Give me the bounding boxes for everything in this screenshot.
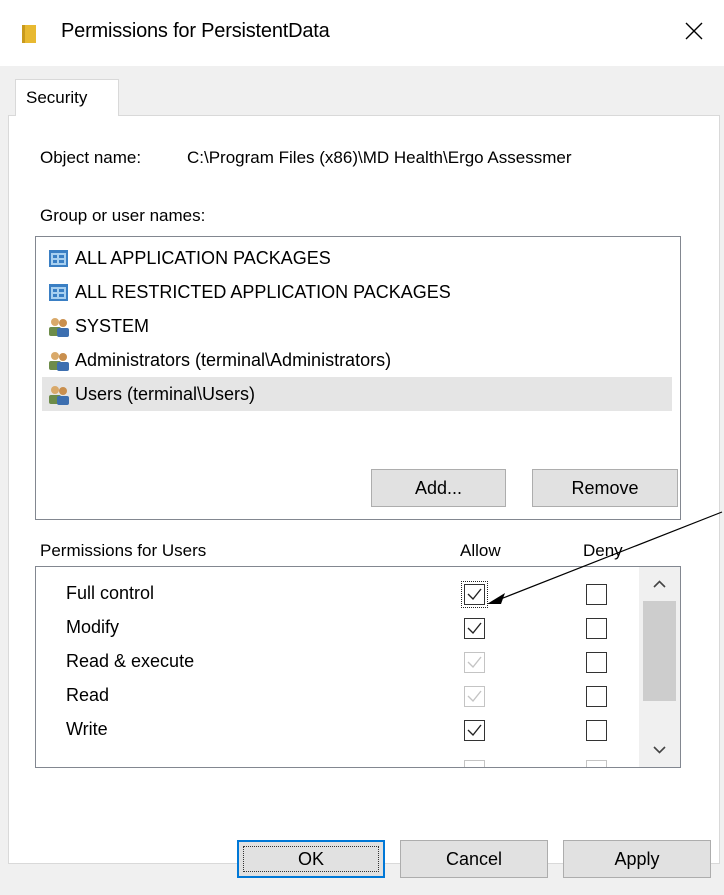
dialog-body: Security Object name: C:\Program Files (…	[0, 66, 724, 895]
permission-row-full-control: Full control	[36, 577, 636, 611]
close-icon	[685, 22, 703, 40]
group-item-label: SYSTEM	[75, 316, 150, 336]
allow-checkbox-read[interactable]	[464, 686, 485, 707]
tab-security-label: Security	[26, 88, 88, 107]
permission-name: Read & execute	[66, 651, 195, 671]
permission-name: Full control	[66, 583, 155, 603]
deny-checkbox-read[interactable]	[586, 686, 607, 707]
folder-icon	[22, 25, 36, 43]
group-item-system[interactable]: SYSTEM	[42, 309, 672, 343]
users-group-icon	[49, 352, 69, 371]
users-group-icon	[49, 318, 69, 337]
deny-checkbox-modify[interactable]	[586, 618, 607, 639]
permissions-list[interactable]: Full control Modify Read & execute Read	[35, 566, 681, 768]
checkmark-icon	[467, 656, 482, 669]
chevron-up-icon	[653, 580, 666, 588]
scroll-down-button[interactable]	[639, 733, 680, 767]
permissions-scrollbar[interactable]	[639, 567, 680, 767]
deny-checkbox-partial[interactable]	[586, 760, 607, 767]
scroll-thumb[interactable]	[643, 601, 676, 701]
allow-header: Allow	[460, 541, 501, 560]
window-title: Permissions for PersistentData	[61, 20, 330, 42]
checkmark-icon	[467, 690, 482, 703]
deny-checkbox-write[interactable]	[586, 720, 607, 741]
users-group-icon	[49, 386, 69, 405]
remove-button[interactable]: Remove	[532, 469, 678, 507]
group-names-label: Group or user names:	[40, 206, 206, 225]
tab-security[interactable]: Security	[15, 79, 119, 116]
cancel-button[interactable]: Cancel	[400, 840, 548, 878]
allow-checkbox-modify[interactable]	[464, 618, 485, 639]
add-button[interactable]: Add...	[371, 469, 506, 507]
group-item-administrators[interactable]: Administrators (terminal\Administrators)	[42, 343, 672, 377]
permission-name: Read	[66, 685, 110, 705]
permission-name: Write	[66, 719, 108, 739]
permission-row-write: Write	[36, 713, 636, 747]
title-bar: Permissions for PersistentData	[0, 0, 724, 66]
permission-name: Modify	[66, 617, 120, 637]
allow-checkbox-read-execute[interactable]	[464, 652, 485, 673]
checkmark-icon	[467, 724, 482, 737]
ok-button[interactable]: OK	[237, 840, 385, 878]
group-item-label: ALL RESTRICTED APPLICATION PACKAGES	[75, 282, 451, 302]
app-package-icon	[49, 250, 68, 267]
chevron-down-icon	[653, 746, 666, 754]
group-item-label: ALL APPLICATION PACKAGES	[75, 248, 331, 268]
apply-button[interactable]: Apply	[563, 840, 711, 878]
allow-checkbox-partial[interactable]	[464, 760, 485, 767]
checkmark-icon	[467, 588, 482, 601]
group-item-users[interactable]: Users (terminal\Users)	[42, 377, 672, 411]
object-name-label: Object name:	[40, 148, 142, 167]
checkmark-icon	[467, 622, 482, 635]
close-button[interactable]	[672, 12, 716, 52]
deny-checkbox-full-control[interactable]	[586, 584, 607, 605]
permission-row-read-execute: Read & execute	[36, 645, 636, 679]
group-item-all-application-packages[interactable]: ALL APPLICATION PACKAGES	[42, 241, 672, 275]
group-item-label: Users (terminal\Users)	[75, 384, 256, 404]
scroll-up-button[interactable]	[639, 567, 680, 601]
deny-checkbox-read-execute[interactable]	[586, 652, 607, 673]
deny-header: Deny	[583, 541, 623, 560]
permission-row-modify: Modify	[36, 611, 636, 645]
group-item-all-restricted-application-packages[interactable]: ALL RESTRICTED APPLICATION PACKAGES	[42, 275, 672, 309]
group-item-label: Administrators (terminal\Administrators)	[75, 350, 392, 370]
allow-checkbox-write[interactable]	[464, 720, 485, 741]
permissions-for-label: Permissions for Users	[40, 541, 207, 560]
permission-row-read: Read	[36, 679, 636, 713]
object-name-value: C:\Program Files (x86)\MD Health\Ergo As…	[187, 148, 572, 167]
allow-checkbox-full-control[interactable]	[461, 581, 488, 608]
app-package-icon	[49, 284, 68, 301]
focus-rect	[243, 846, 379, 872]
